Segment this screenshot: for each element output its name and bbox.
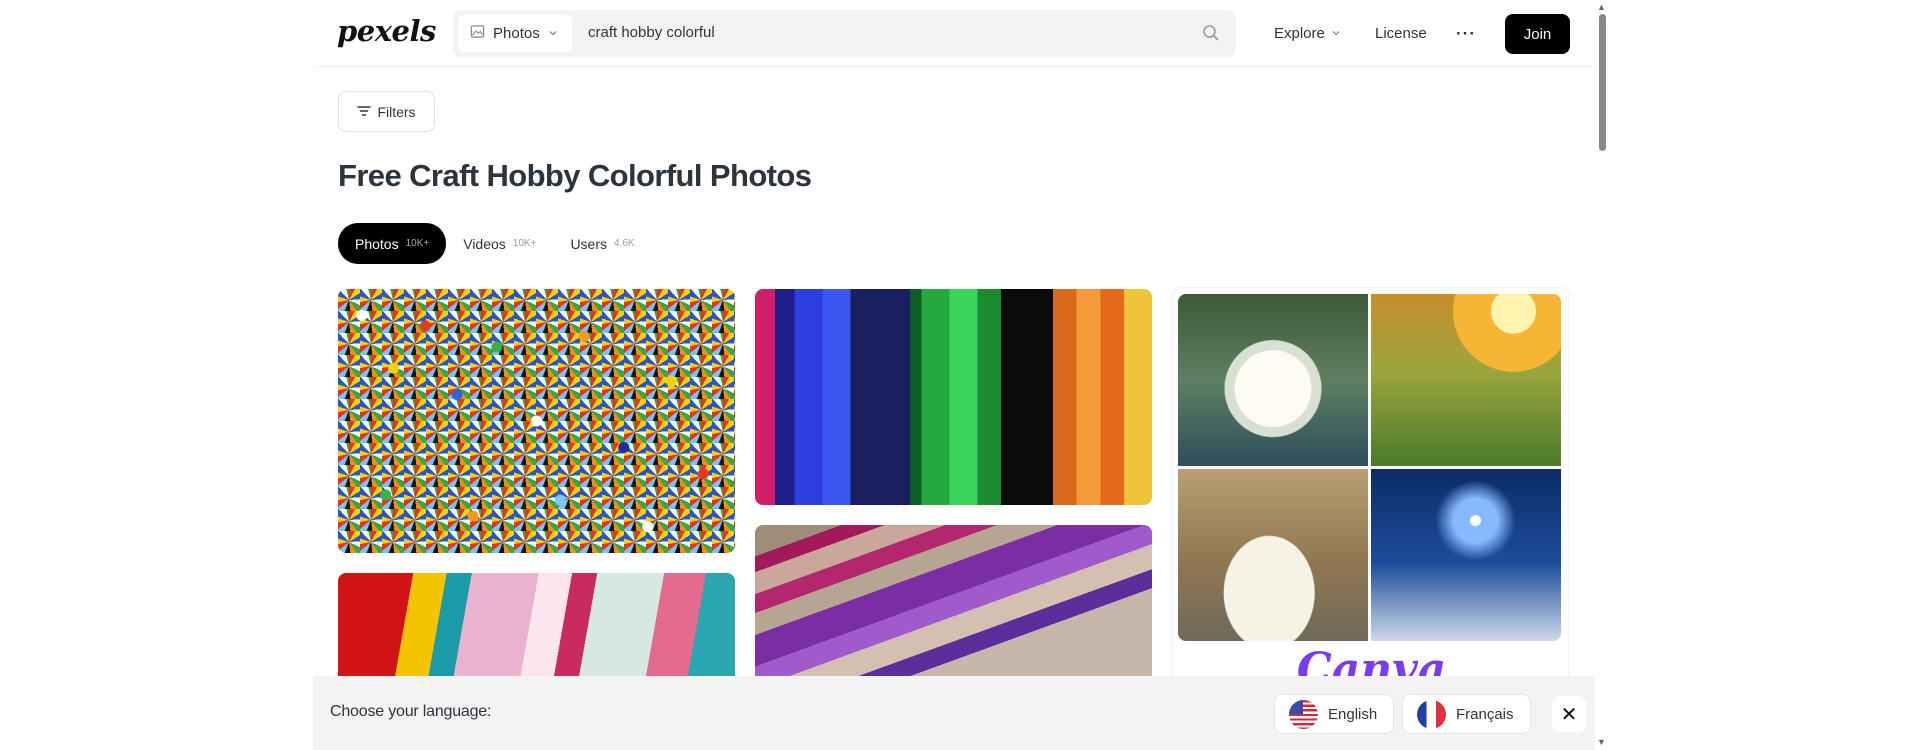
photo-card-crochet-hooks[interactable]	[755, 525, 1152, 695]
search-type-label: Photos	[493, 25, 540, 42]
ad-image-daisies	[1371, 294, 1561, 466]
search-input[interactable]: craft hobby colorful	[588, 24, 715, 41]
fr-flag-icon	[1417, 699, 1446, 729]
language-label: English	[1328, 705, 1378, 723]
search-icon[interactable]	[1202, 24, 1220, 42]
ad-image-snowy-night	[1371, 469, 1561, 641]
tab-label: Users	[570, 235, 607, 252]
pexels-logo[interactable]: pexels	[337, 14, 436, 48]
tab-count: 10K+	[405, 238, 430, 249]
filters-icon	[357, 104, 372, 120]
media-tabs: Photos 10K+ Videos 10K+ Users 4.6K	[338, 223, 652, 264]
search-bar[interactable]: Photos craft hobby colorful	[453, 10, 1236, 57]
close-icon[interactable]: ✕	[1552, 696, 1586, 732]
tab-users[interactable]: Users 4.6K	[553, 223, 651, 264]
language-label: Français	[1456, 705, 1514, 723]
scrollbar[interactable]: ▲ ▼	[1595, 0, 1609, 750]
nav-license[interactable]: License	[1375, 0, 1427, 67]
scroll-up-arrow-icon[interactable]: ▲	[1597, 2, 1606, 12]
photo-card-fabric[interactable]	[338, 573, 735, 693]
photo-card-beads[interactable]	[338, 289, 735, 553]
ad-image-vintage-car	[1178, 469, 1368, 641]
tab-videos[interactable]: Videos 10K+	[446, 223, 553, 264]
canva-ad-card[interactable]: Canva	[1172, 287, 1569, 707]
page-title: Free Craft Hobby Colorful Photos	[338, 158, 812, 193]
filters-button[interactable]: Filters	[338, 91, 435, 132]
nav-explore[interactable]: Explore	[1274, 0, 1341, 67]
tab-count: 10K+	[512, 238, 537, 249]
language-french-button[interactable]: Français	[1402, 694, 1531, 734]
chevron-down-icon	[1331, 25, 1341, 42]
chevron-down-icon	[548, 25, 558, 42]
join-button[interactable]: Join	[1505, 14, 1570, 54]
filters-label: Filters	[377, 103, 416, 120]
page-viewport: pexels Photos craft hobby colorful Explo…	[313, 0, 1595, 750]
tab-photos[interactable]: Photos 10K+	[338, 223, 447, 264]
scroll-thumb[interactable]	[1599, 14, 1606, 151]
image-icon	[470, 24, 485, 43]
photo-card-markers[interactable]	[755, 289, 1152, 505]
scroll-down-arrow-icon[interactable]: ▼	[1597, 737, 1606, 747]
search-type-select[interactable]: Photos	[458, 15, 572, 52]
language-prompt: Choose your language:	[330, 703, 492, 720]
language-bar: Choose your language: English Français ✕	[313, 676, 1595, 750]
tab-count: 4.6K	[614, 238, 635, 249]
ad-image-water-lily	[1178, 294, 1368, 466]
language-english-button[interactable]: English	[1274, 694, 1395, 734]
us-flag-icon	[1289, 699, 1318, 729]
nav-explore-label: Explore	[1274, 25, 1325, 42]
tab-label: Videos	[463, 235, 506, 252]
tab-label: Photos	[355, 235, 399, 252]
top-header: pexels Photos craft hobby colorful Explo…	[313, 0, 1595, 67]
more-menu-button[interactable]: ···	[1456, 0, 1476, 67]
